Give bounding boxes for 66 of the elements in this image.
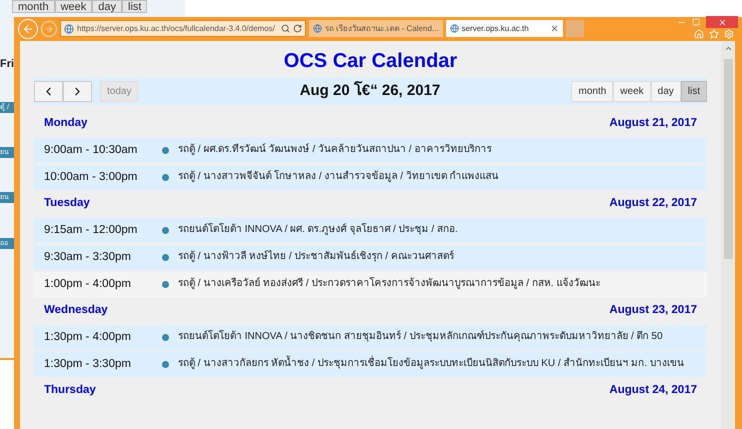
event-time: 9:30am - 3:30pm [44, 250, 132, 265]
day-label: Fri [0, 57, 14, 72]
date-label: August 23, 2017 [609, 303, 697, 318]
view-button[interactable]: month [571, 80, 614, 102]
event-time: 9:15am - 12:00pm [44, 223, 138, 238]
event-time: 1:30pm - 4:00pm [44, 330, 132, 345]
view-button[interactable]: week [54, 0, 92, 13]
event-time: 1:30pm - 3:30pm [44, 357, 132, 372]
view-button[interactable]: list [122, 0, 148, 13]
view-button[interactable]: list [680, 80, 707, 102]
weekday-label: Thursday [44, 383, 96, 398]
event-time: 10:00am - 3:00pm [44, 170, 138, 185]
event-title: รถตู้ / นางเครือวัลย์ ทองส่งศรี / ประกวดราคาโครงการจ้างพัฒนาบูรณาการข้อมูล / กสห. แจ้งวัฒนะ [178, 277, 600, 291]
event-time: 9:00am - 10:30am [44, 143, 138, 158]
event-title: รถตู้ / นางสาวกัลยกร หัตน้ำชง / ประชุมการเชื่อมโยงข้อมูลระบบทะเบียนนิสิตกับระบบ KU / สำนักทะเบียนฯ มก. บางเขน [178, 357, 684, 371]
page-icon [450, 24, 459, 33]
star-icon [709, 29, 719, 39]
browser-tab[interactable]: รถ เรียงวันสถานะ.เดต - Calend... [309, 20, 443, 37]
search-icon [281, 24, 290, 33]
refresh-icon [293, 24, 302, 33]
forward-arrow-icon [44, 24, 54, 34]
address-field[interactable]: https://server.ops.ku.ac.th/ocs/fullcalendar-3.4.0/demos/ [60, 20, 306, 37]
calendar-title: OCS Car Calendar [282, 49, 458, 73]
close-icon [550, 24, 559, 33]
event-row[interactable]: 9:00am - 10:30am รถตู้ / ผศ.ดร.ทีรวัฒน์ วัฒนพงษ์ / วันคล้ายวันสถาปนา / อาคารวิทยบริการ [34, 138, 707, 163]
event-row[interactable]: 1:30pm - 3:30pm รถตู้ / นางสาวกัลยกร หัตน้ำชง / ประชุมการเชื่อมโยงข้อมูลระบบทะเบียนนิสิตกับระบบ KU / สำนักทะเบียนฯ มก. บางเขน [34, 352, 707, 377]
event-row[interactable]: 10:00am - 3:00pm รถตู้ / นางสาวพจีจันต์ โกษาหลง / งานสำรวจข้อมูล / วิทยาเขต กำแพงแสน [34, 165, 707, 190]
event-row[interactable]: 1:30pm - 4:00pm รถยนต์โตโยต้า INNOVA / นางชิดชนก สายชุมอินทร์ / ประชุมหลักเกณฑ์ประกันคุณภาพระดับมหาวิทยาลัย / ตึก 50 [34, 325, 707, 350]
page-icon [64, 24, 74, 34]
date-label: August 22, 2017 [609, 196, 697, 212]
scrollbar-thumb[interactable] [724, 59, 732, 259]
event-title: รถตู้ / ผศ.ดร.ทีรวัฒน์ วัฒนพงษ์ / วันคล้ายวันสถาปนา / อาคารวิทยบริการ [178, 143, 492, 157]
event-row[interactable]: 1:00pm - 4:00pm รถตู้ / นางเครือวัลย์ ทองส่งศรี / ประกวดราคาโครงการจ้างพัฒนาบูรณาการข้อมูล / กสห. แจ้งวัฒนะ [34, 272, 707, 297]
event-title: รถยนต์โตโยต้า INNOVA / ผศ. ดร.ภูษงศ์ จุลโยธาศ / ประชุม / สกอ. [178, 223, 458, 237]
view-button[interactable]: week [613, 80, 651, 102]
forward-button[interactable] [41, 20, 57, 36]
date-label: August 24, 2017 [609, 383, 697, 398]
event-title: รถตู้ / นางฟ้าวลี หงษ์ไทย / ประชาสัมพันธ์เชิงรุก / คณะวนศาสตร์ [178, 250, 454, 264]
view-button[interactable]: day [650, 80, 681, 102]
scroll-up-icon [724, 44, 732, 53]
event-time: 1:00pm - 4:00pm [44, 277, 132, 292]
new-tab-button[interactable] [566, 20, 584, 37]
date-range: Aug 20 โ€“ 26, 2017 [300, 80, 440, 101]
close-button[interactable] [706, 16, 738, 28]
next-button[interactable] [63, 80, 92, 102]
page-icon [313, 24, 322, 33]
weekday-label: Wednesday [44, 303, 108, 318]
weekday-label: Tuesday [44, 196, 90, 212]
weekday-label: Monday [44, 116, 88, 132]
settings-icon [724, 29, 734, 39]
maximize-icon [692, 18, 700, 26]
tab-label: server.ops.ku.ac.th [462, 22, 529, 34]
event-title: รถตู้ / นางสาวพจีจันต์ โกษาหลง / งานสำรวจข้อมูล / วิทยาเขต กำแพงแสน [178, 170, 499, 184]
view-button[interactable]: month [12, 0, 55, 13]
tab-label: รถ เรียงวันสถานะ.เดต - Calend... [325, 22, 439, 34]
home-icon [694, 29, 704, 39]
close-icon [718, 18, 726, 26]
previous-button[interactable] [34, 80, 63, 102]
back-arrow-icon [22, 22, 34, 34]
browser-tab[interactable]: server.ops.ku.ac.th [446, 20, 563, 37]
event-row[interactable]: 9:30am - 3:30pm รถตู้ / นางฟ้าวลี หงษ์ไทย / ประชาสัมพันธ์เชิงรุก / คณะวนศาสตร์ [34, 245, 707, 270]
date-label: August 21, 2017 [609, 116, 697, 132]
event-title: รถยนต์โตโยต้า INNOVA / นางชิดชนก สายชุมอินทร์ / ประชุมหลักเกณฑ์ประกันคุณภาพระดับมหาวิทยาลัย / ตึก 50 [178, 330, 663, 344]
back-button[interactable] [18, 18, 38, 38]
view-button[interactable]: day [92, 0, 122, 13]
event-row[interactable]: 9:15am - 12:00pm รถยนต์โตโยต้า INNOVA / ผศ. ดร.ภูษงศ์ จุลโยธาศ / ประชุม / สกอ. [34, 218, 707, 243]
